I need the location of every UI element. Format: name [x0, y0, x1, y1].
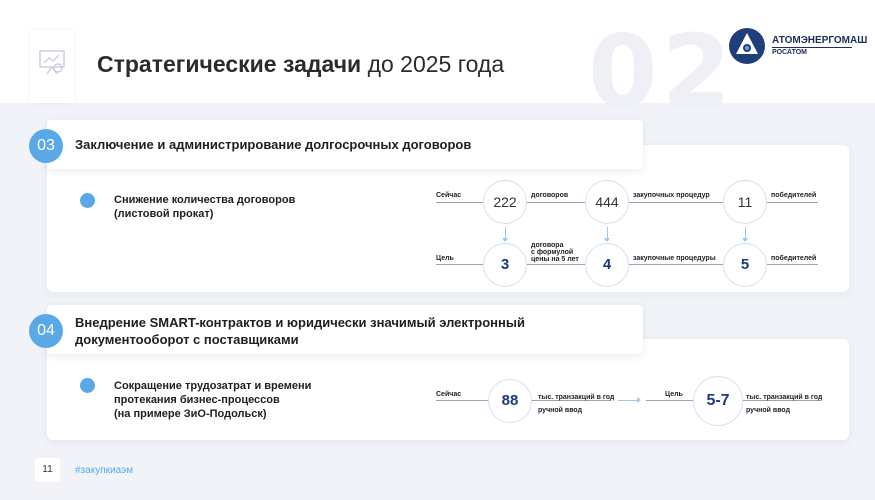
unit-line: цены на 5 лет	[531, 256, 579, 263]
arrow-down-icon	[502, 227, 508, 242]
page-title-rest: до 2025 года	[361, 51, 505, 77]
company-logo: АТОМЭНЕРГОМАШ РОСАТОМ	[728, 27, 867, 67]
section-watermark-number: 02	[588, 13, 736, 130]
unit-line: ручной ввод	[746, 407, 791, 414]
task-bullet	[80, 193, 95, 208]
section-04-number-badge: 04	[29, 314, 63, 348]
section-03-number-badge: 03	[29, 129, 63, 163]
metric-unit-multiline: тыс. транзакций в год ручной ввод	[538, 391, 614, 417]
unit-line: тыс. транзакций в год	[746, 394, 823, 401]
unit-line: ручной ввод	[538, 407, 583, 414]
arrow-down-icon	[742, 227, 748, 242]
metric-current-winners: 11	[723, 180, 767, 224]
task-bullet	[80, 378, 95, 393]
presentation-chart-icon	[39, 50, 65, 75]
section-03-task: Снижение количества договоров (листовой …	[114, 193, 295, 221]
metric-unit: закупочных процедур	[633, 192, 710, 199]
metric-unit-multiline: тыс. транзакций в год ручной ввод	[746, 391, 822, 417]
title-line: Внедрение SMART-контрактов и юридически …	[75, 315, 525, 330]
arrow-down-icon	[604, 227, 610, 242]
metric-unit: победителей	[771, 255, 817, 262]
page-number: 11	[35, 458, 60, 482]
header-tab	[30, 30, 74, 103]
slide-header: 02 Стратегические задачи до 2025 года АТ…	[0, 0, 875, 122]
task-line: (на примере ЗиО-Подольск)	[114, 408, 267, 420]
task-line: Сокращение трудозатрат и времени	[114, 380, 312, 392]
logo-line1: АТОМЭНЕРГОМАШ	[772, 35, 868, 46]
hashtag-link[interactable]: #закупкиаэм	[75, 465, 133, 476]
task-line: протекания бизнес-процессов	[114, 394, 280, 406]
goal-label: Цель	[665, 391, 683, 398]
section-03-title: Заключение и администрирование долгосроч…	[75, 137, 472, 152]
task-line: Снижение количества договоров	[114, 194, 296, 206]
page-title-bold: Стратегические задачи	[97, 51, 362, 77]
metric-current-procedures: 444	[585, 180, 629, 224]
task-line: (листовой прокат)	[114, 208, 214, 220]
logo-divider	[772, 47, 852, 48]
page-title: Стратегические задачи до 2025 года	[97, 51, 504, 78]
metric-current-contracts: 222	[483, 180, 527, 224]
metric-target-procedures: 4	[585, 243, 629, 287]
metric-target-winners: 5	[723, 243, 767, 287]
now-label: Сейчас	[436, 391, 462, 398]
section-04-title-bar: Внедрение SMART-контрактов и юридически …	[47, 305, 643, 354]
logo-line2: РОСАТОМ	[772, 49, 807, 56]
unit-line: с формулой	[531, 249, 574, 256]
now-label: Сейчас	[436, 192, 462, 199]
title-line: документооборот с поставщиками	[75, 332, 299, 347]
metric-target-transactions: 5-7	[693, 376, 743, 426]
metric-target-contracts: 3	[483, 243, 527, 287]
metric-unit: договоров	[531, 192, 569, 199]
section-04-task: Сокращение трудозатрат и времени протека…	[114, 379, 311, 421]
rosatom-logo-mark	[729, 28, 765, 64]
section-03-title-bar: Заключение и администрирование долгосроч…	[47, 120, 643, 169]
metric-unit-multiline: договора с формулой цены на 5 лет	[531, 242, 579, 263]
section-04-title: Внедрение SMART-контрактов и юридически …	[75, 314, 525, 348]
arrow-right-icon	[618, 397, 641, 403]
metric-unit: закупочные процедуры	[633, 255, 716, 262]
unit-line: договора	[531, 242, 564, 249]
metric-unit: победителей	[771, 192, 817, 199]
unit-line: тыс. транзакций в год	[538, 394, 615, 401]
goal-label: Цель	[436, 255, 454, 262]
metric-current-transactions: 88	[488, 379, 532, 423]
